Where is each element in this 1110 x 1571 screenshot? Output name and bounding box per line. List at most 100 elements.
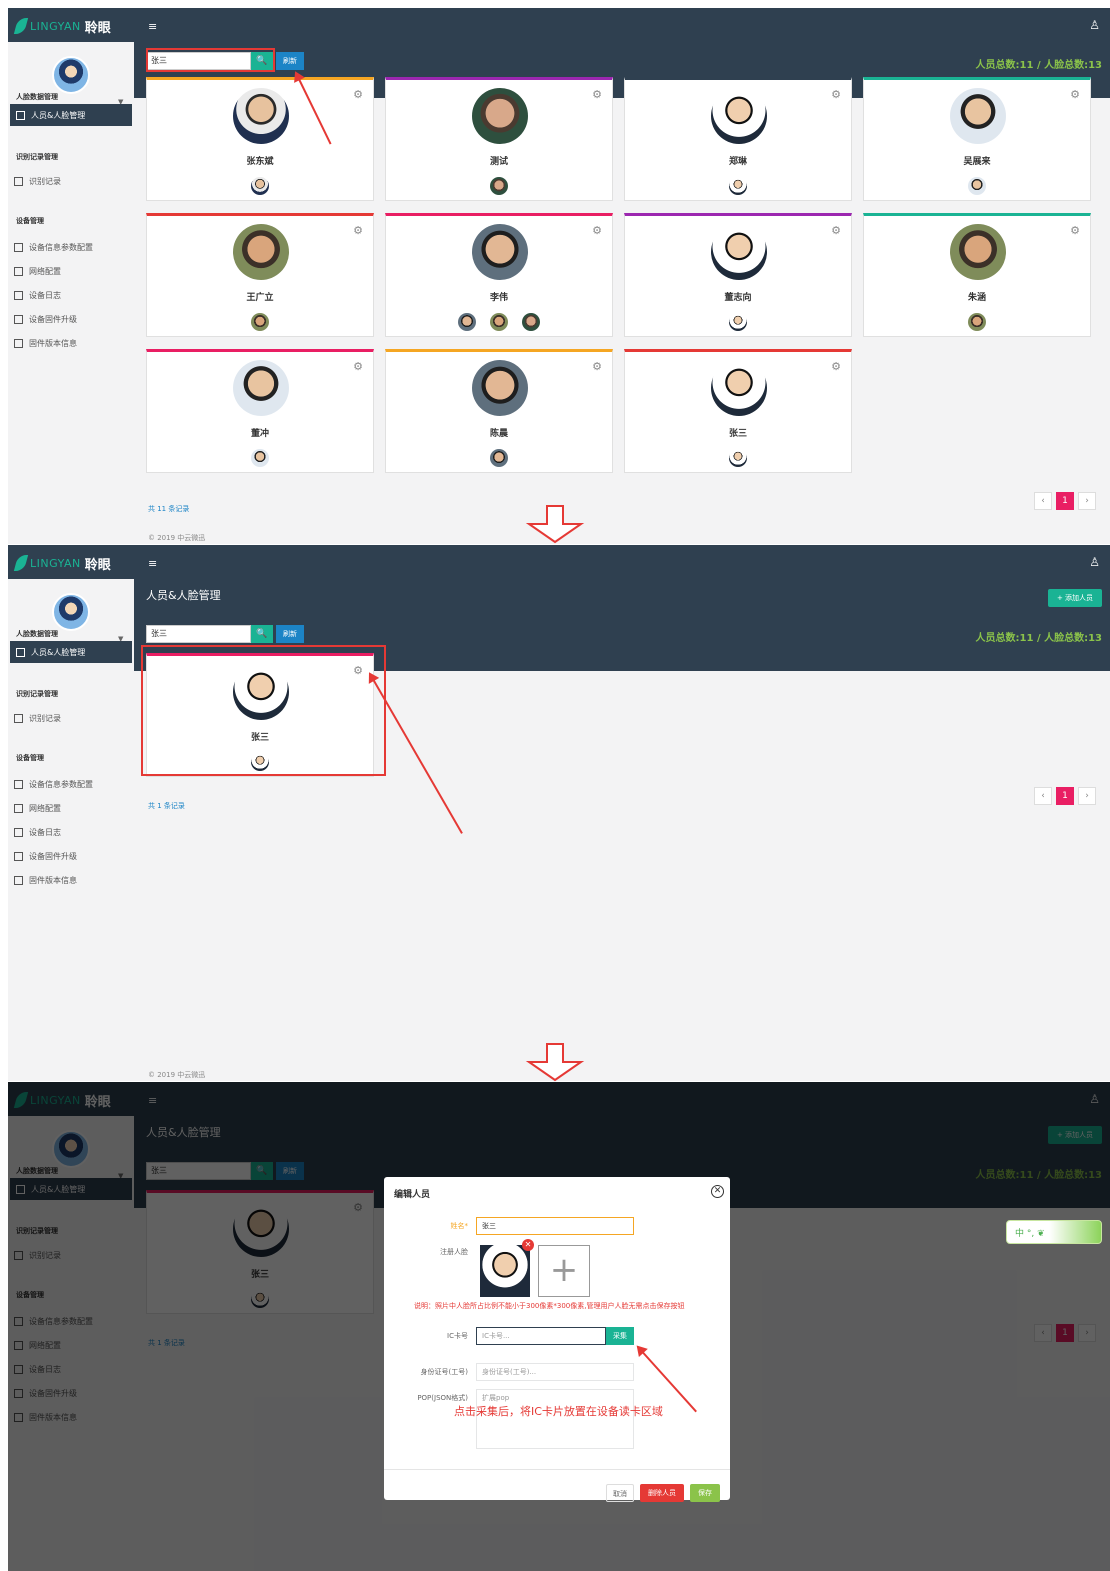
close-icon[interactable]: ✕: [711, 1185, 724, 1198]
settings-gear-icon[interactable]: ⚙: [831, 224, 841, 237]
menu-toggle-icon[interactable]: ≡: [148, 20, 157, 33]
pagination: ‹ 1 ›: [1034, 492, 1096, 510]
face-thumbnail: [522, 313, 540, 331]
settings-gear-icon[interactable]: ⚙: [353, 224, 363, 237]
person-card[interactable]: ⚙ 张东斌: [146, 77, 374, 201]
person-photo: [233, 360, 289, 416]
person-name: 吴展来: [963, 157, 991, 167]
logo-text-en: LINGYAN: [30, 19, 81, 33]
list-icon: [14, 803, 23, 813]
add-person-button[interactable]: + 添加人员: [1048, 589, 1102, 607]
person-card[interactable]: ⚙ 郑琳: [624, 77, 852, 201]
collect-button[interactable]: 采集: [606, 1327, 634, 1345]
sidebar-item[interactable]: 设备日志: [8, 284, 132, 306]
sidebar-item[interactable]: 人员&人脸管理: [10, 641, 132, 663]
person-card[interactable]: ⚙ 陈晨: [385, 349, 613, 473]
remove-face-icon[interactable]: ✕: [522, 1239, 534, 1251]
person-photo: [711, 360, 767, 416]
list-icon: [14, 266, 23, 276]
sidebar-item[interactable]: 设备固件升级: [8, 308, 132, 330]
next-page-button[interactable]: ›: [1078, 787, 1096, 805]
ic-card-input[interactable]: IC卡号...: [476, 1327, 606, 1345]
sidebar-item[interactable]: 设备固件升级: [8, 845, 132, 867]
sidebar-item[interactable]: 网络配置: [8, 260, 132, 282]
user-icon[interactable]: ♙: [1089, 18, 1100, 32]
person-card[interactable]: ⚙ 朱涵: [863, 213, 1091, 337]
person-name: 董冲: [250, 429, 269, 439]
person-card[interactable]: ⚙ 张三: [624, 349, 852, 473]
user-icon: [16, 647, 25, 657]
search-icon[interactable]: 🔍: [251, 625, 273, 643]
add-face-button[interactable]: +: [538, 1245, 590, 1297]
cancel-button[interactable]: 取消: [606, 1484, 634, 1502]
settings-gear-icon[interactable]: ⚙: [353, 88, 363, 101]
person-card[interactable]: ⚙ 测试: [385, 77, 613, 201]
settings-gear-icon[interactable]: ⚙: [592, 88, 602, 101]
sidebar-item[interactable]: 固件版本信息: [8, 332, 132, 354]
prev-page-button[interactable]: ‹: [1034, 787, 1052, 805]
delete-person-button[interactable]: 删除人员: [640, 1484, 684, 1502]
highlight-result-card: [141, 645, 386, 776]
pop-json-textarea[interactable]: 扩展pop: [476, 1389, 634, 1449]
page-1-button[interactable]: 1: [1056, 787, 1074, 805]
refresh-button[interactable]: 刷新: [276, 625, 304, 643]
person-card[interactable]: ⚙ 王广立: [146, 213, 374, 337]
name-field[interactable]: 张三: [476, 1217, 634, 1235]
sidebar-item-label: 设备固件升级: [29, 314, 77, 324]
settings-gear-icon[interactable]: ⚙: [353, 360, 363, 373]
modal-footer-divider: [384, 1469, 730, 1470]
sidebar-item[interactable]: 人员&人脸管理: [10, 104, 132, 126]
sidebar-item-label: 固件版本信息: [29, 338, 77, 348]
search-input[interactable]: 张三: [146, 625, 251, 643]
panel-search-results: LINGYAN 聆眼 ≡ ♙ ▼ 人脸数据管理 识别记录管理 设备管理 人员&人脸管理识…: [8, 8, 1110, 544]
person-card[interactable]: ⚙ 董志向: [624, 213, 852, 337]
sidebar-item[interactable]: 识别记录: [8, 707, 132, 729]
language-widget[interactable]: 中 °, ❦: [1006, 1220, 1102, 1244]
top-navbar: LINGYAN 聆眼 ≡ ♙: [8, 8, 1110, 42]
sidebar-item[interactable]: 网络配置: [8, 797, 132, 819]
person-card[interactable]: ⚙ 吴展来: [863, 77, 1091, 201]
person-photo: [233, 88, 289, 144]
menu-toggle-icon[interactable]: ≡: [148, 557, 157, 570]
user-icon[interactable]: ♙: [1089, 555, 1100, 569]
total-records: 共 11 条记录: [148, 505, 190, 513]
pagination: ‹ 1 ›: [1034, 787, 1096, 805]
settings-gear-icon[interactable]: ⚙: [592, 360, 602, 373]
sidebar-item-label: 识别记录: [29, 176, 61, 186]
sidebar-item[interactable]: 固件版本信息: [8, 869, 132, 891]
settings-gear-icon[interactable]: ⚙: [1070, 224, 1080, 237]
settings-gear-icon[interactable]: ⚙: [831, 360, 841, 373]
face-thumbnail: [251, 449, 269, 467]
settings-gear-icon[interactable]: ⚙: [1070, 88, 1080, 101]
next-page-button[interactable]: ›: [1078, 492, 1096, 510]
id-number-label: 身份证号(工号): [420, 1368, 468, 1376]
sidebar-item[interactable]: 设备日志: [8, 821, 132, 843]
refresh-button[interactable]: 刷新: [276, 52, 304, 70]
save-button[interactable]: 保存: [690, 1484, 720, 1502]
list-icon: [14, 242, 23, 252]
user-avatar[interactable]: [52, 593, 90, 631]
person-name: 董志向: [724, 293, 752, 303]
sidebar-item-label: 设备信息参数配置: [29, 779, 93, 789]
sidebar-item-label: 识别记录: [29, 713, 61, 723]
sidebar-item[interactable]: 设备信息参数配置: [8, 236, 132, 258]
sidebar-item-label: 设备固件升级: [29, 851, 77, 861]
sidebar-item-label: 设备日志: [29, 827, 61, 837]
user-avatar[interactable]: [52, 56, 90, 94]
sidebar-item-label: 设备日志: [29, 290, 61, 300]
sidebar-item[interactable]: 识别记录: [8, 170, 132, 192]
list-icon: [14, 176, 23, 186]
face-thumbnail: [251, 177, 269, 195]
person-photo: [950, 224, 1006, 280]
person-card[interactable]: ⚙ 李伟: [385, 213, 613, 337]
sidebar-section-title: 人脸数据管理: [16, 630, 58, 638]
prev-page-button[interactable]: ‹: [1034, 492, 1052, 510]
settings-gear-icon[interactable]: ⚙: [592, 224, 602, 237]
sidebar-item[interactable]: 设备信息参数配置: [8, 773, 132, 795]
list-icon: [14, 779, 23, 789]
page-1-button[interactable]: 1: [1056, 492, 1074, 510]
person-photo: [950, 88, 1006, 144]
id-number-input[interactable]: 身份证号(工号)...: [476, 1363, 634, 1381]
person-card[interactable]: ⚙ 董冲: [146, 349, 374, 473]
settings-gear-icon[interactable]: ⚙: [831, 88, 841, 101]
